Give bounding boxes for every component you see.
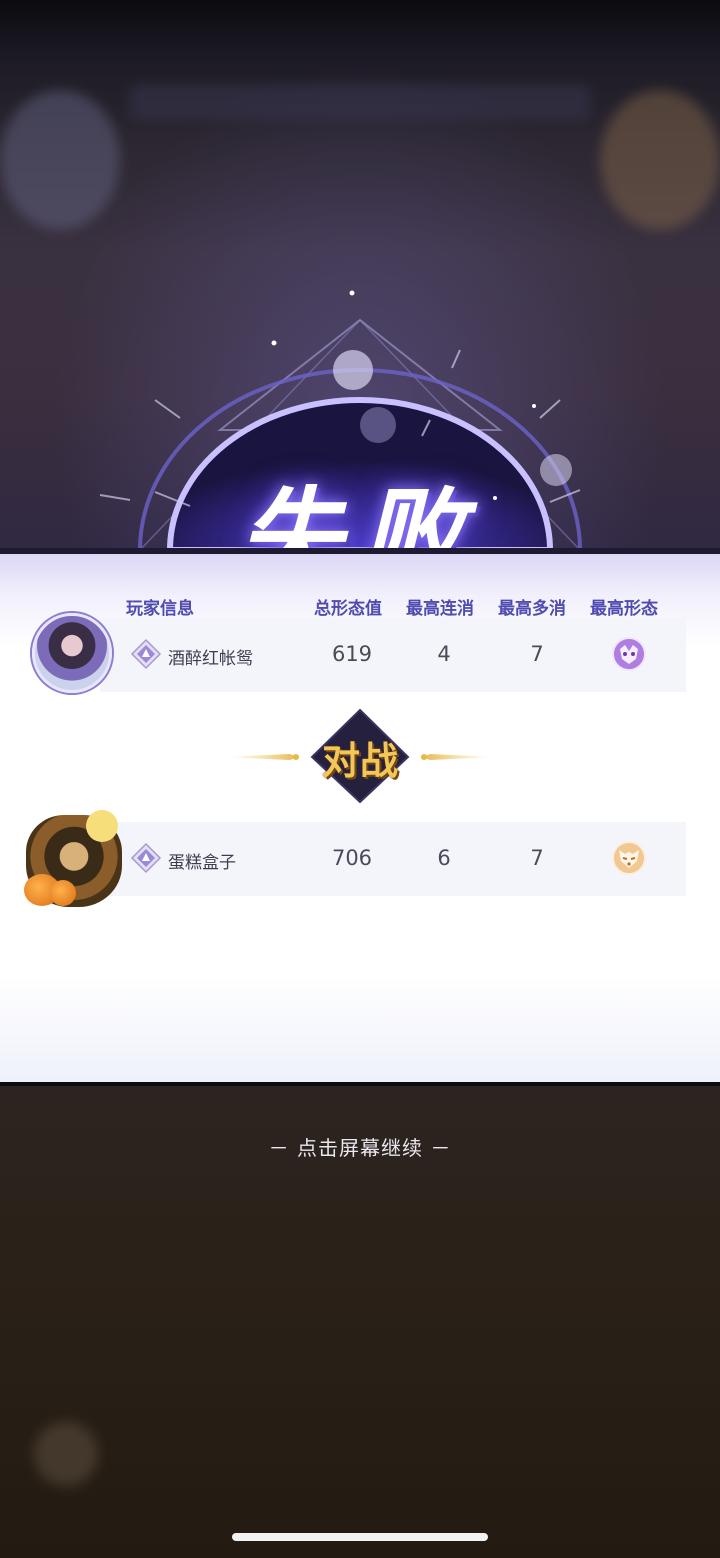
total-form-value: 619 xyxy=(331,642,373,666)
max-multi-value: 7 xyxy=(530,846,544,870)
header-player-info: 玩家信息 xyxy=(126,599,194,619)
stats-header: 玩家信息 总形态值 最高连消 最高多消 最高形态 xyxy=(0,594,720,619)
header-max-combo: 最高连消 xyxy=(406,599,474,619)
player-name: 蛋糕盒子 xyxy=(168,853,236,873)
max-combo-value: 4 xyxy=(437,642,451,666)
moon-decoration xyxy=(86,810,118,842)
header-total-form: 总形态值 xyxy=(314,599,382,619)
rank-badge-icon xyxy=(130,842,162,874)
background-character-left xyxy=(0,90,120,230)
background-button-left xyxy=(34,1422,98,1486)
fox-mask-icon xyxy=(612,841,646,875)
total-form-value: 706 xyxy=(331,846,373,870)
max-multi-value: 7 xyxy=(530,642,544,666)
rank-badge-icon xyxy=(130,638,162,670)
home-indicator[interactable] xyxy=(232,1533,488,1541)
purple-mask-icon xyxy=(612,637,646,671)
tap-to-continue[interactable]: － 点击屏幕继续 － xyxy=(0,1132,720,1161)
versus-label: 对战 xyxy=(321,738,398,783)
player-name: 酒醉红帐鸳 xyxy=(168,649,253,669)
header-max-multi: 最高多消 xyxy=(498,599,566,619)
pumpkin-decoration xyxy=(50,880,76,906)
player-avatar[interactable] xyxy=(32,613,112,693)
background-character-right xyxy=(600,90,720,230)
max-combo-value: 6 xyxy=(437,846,451,870)
header-max-form: 最高形态 xyxy=(590,599,658,619)
background-banner xyxy=(130,84,590,120)
